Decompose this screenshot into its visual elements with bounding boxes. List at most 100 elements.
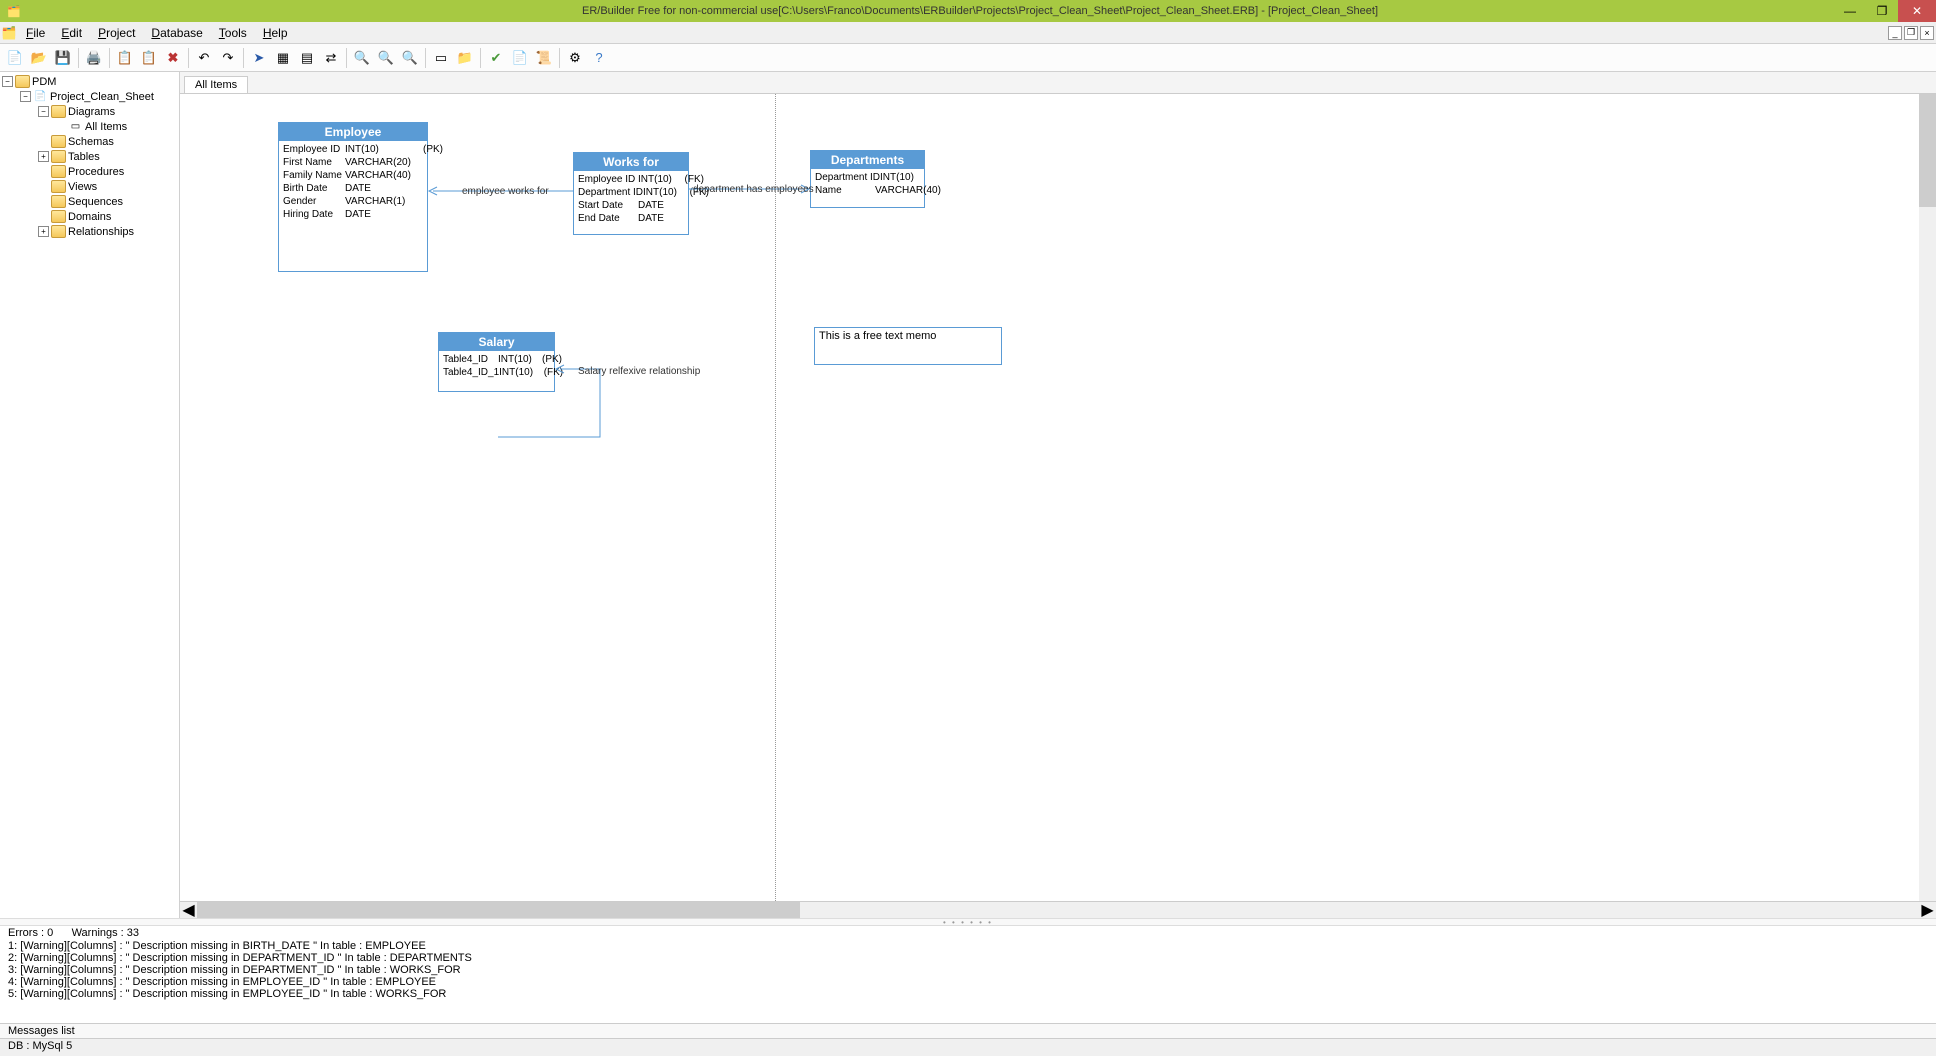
- app-menu-icon[interactable]: 🗂️: [0, 26, 18, 40]
- message-line[interactable]: 1: [Warning][Columns] : " Description mi…: [8, 940, 1928, 952]
- entity-column-row: Birth DateDATE: [283, 182, 423, 195]
- tree-relationships[interactable]: + Relationships: [2, 224, 177, 239]
- relation-tool-icon[interactable]: ⇄: [320, 47, 342, 69]
- zoom-in-icon[interactable]: 🔍: [351, 47, 373, 69]
- collapse-icon[interactable]: −: [20, 91, 31, 102]
- entity-departments[interactable]: Departments Department IDINT(10)NameVARC…: [810, 150, 925, 208]
- tree-schemas[interactable]: Schemas: [2, 134, 177, 149]
- toolbar-separator: [243, 48, 244, 68]
- maximize-button[interactable]: ❐: [1866, 0, 1898, 22]
- paste-icon[interactable]: 📋: [138, 47, 160, 69]
- generate-icon[interactable]: 📄: [509, 47, 531, 69]
- script-icon[interactable]: 📜: [533, 47, 555, 69]
- page-break-line: [775, 94, 776, 901]
- messages-panel: Errors : 0 Warnings : 33 1: [Warning][Co…: [0, 926, 1936, 1038]
- toolbar-separator: [559, 48, 560, 68]
- tree-label: Tables: [68, 151, 100, 163]
- diagram-canvas[interactable]: Employee Employee IDINT(10)(PK)First Nam…: [180, 94, 1936, 901]
- collapse-icon[interactable]: −: [38, 106, 49, 117]
- toolbar-separator: [346, 48, 347, 68]
- scrollbar-thumb[interactable]: [197, 902, 800, 918]
- project-icon: 📄: [33, 90, 48, 103]
- print-icon[interactable]: 🖨️: [83, 47, 105, 69]
- message-line[interactable]: 3: [Warning][Columns] : " Description mi…: [8, 964, 1928, 976]
- doc-close-button[interactable]: ×: [1920, 26, 1934, 40]
- doc-minimize-button[interactable]: _: [1888, 26, 1902, 40]
- entity-salary[interactable]: Salary Table4_IDINT(10)(PK)Table4_ID_1IN…: [438, 332, 555, 392]
- entity-column-row: Table4_IDINT(10)(PK): [443, 353, 550, 366]
- entity-column-row: Start DateDATE: [578, 199, 684, 212]
- minimize-button[interactable]: —: [1834, 0, 1866, 22]
- titlebar: 🗂️ ER/Builder Free for non-commercial us…: [0, 0, 1936, 22]
- help-icon[interactable]: ?: [588, 47, 610, 69]
- tree-label: Sequences: [68, 196, 123, 208]
- tab-bar: All Items: [180, 72, 1936, 94]
- tree-project[interactable]: − 📄 Project_Clean_Sheet: [2, 89, 177, 104]
- message-line[interactable]: 2: [Warning][Columns] : " Description mi…: [8, 952, 1928, 964]
- tree-domains[interactable]: Domains: [2, 209, 177, 224]
- entity-column-row: First NameVARCHAR(20): [283, 156, 423, 169]
- toolbar-separator: [188, 48, 189, 68]
- message-line[interactable]: 5: [Warning][Columns] : " Description mi…: [8, 988, 1928, 1000]
- folder-icon[interactable]: 📁: [454, 47, 476, 69]
- tree-procedures[interactable]: Procedures: [2, 164, 177, 179]
- tree-label: Views: [68, 181, 97, 193]
- open-icon[interactable]: 📂: [28, 47, 50, 69]
- redo-icon[interactable]: ↷: [217, 47, 239, 69]
- folder-icon: [51, 150, 66, 163]
- validate-icon[interactable]: ✔: [485, 47, 507, 69]
- splitter-grip[interactable]: • • • • • •: [0, 918, 1936, 926]
- vertical-scrollbar[interactable]: [1919, 94, 1936, 901]
- tree-all-items[interactable]: ▭ All Items: [2, 119, 177, 134]
- undo-icon[interactable]: ↶: [193, 47, 215, 69]
- pointer-icon[interactable]: ➤: [248, 47, 270, 69]
- settings-icon[interactable]: ⚙: [564, 47, 586, 69]
- messages-tab[interactable]: Messages list: [0, 1023, 1936, 1038]
- tree-label: Diagrams: [68, 106, 115, 118]
- tree-sequences[interactable]: Sequences: [2, 194, 177, 209]
- tree-views[interactable]: Views: [2, 179, 177, 194]
- tree-label: PDM: [32, 76, 56, 88]
- menu-file[interactable]: File: [18, 24, 53, 42]
- errors-count: Errors : 0: [8, 927, 53, 939]
- entity-title: Employee: [279, 123, 427, 141]
- doc-restore-button[interactable]: ❐: [1904, 26, 1918, 40]
- copy-icon[interactable]: 📋: [114, 47, 136, 69]
- entity-title: Works for: [574, 153, 688, 171]
- collapse-icon[interactable]: −: [2, 76, 13, 87]
- menu-help[interactable]: Help: [255, 24, 296, 42]
- menu-database[interactable]: Database: [143, 24, 210, 42]
- zoom-fit-icon[interactable]: 🔍: [399, 47, 421, 69]
- delete-icon[interactable]: ✖: [162, 47, 184, 69]
- message-line[interactable]: 4: [Warning][Columns] : " Description mi…: [8, 976, 1928, 988]
- new-icon[interactable]: 📄: [4, 47, 26, 69]
- memo-box[interactable]: This is a free text memo: [814, 327, 1002, 365]
- messages-list[interactable]: 1: [Warning][Columns] : " Description mi…: [0, 940, 1936, 1023]
- tree-root-pdm[interactable]: − PDM: [2, 74, 177, 89]
- zoom-out-icon[interactable]: 🔍: [375, 47, 397, 69]
- expand-icon[interactable]: +: [38, 226, 49, 237]
- close-button[interactable]: ✕: [1898, 0, 1936, 22]
- tree-diagrams[interactable]: − Diagrams: [2, 104, 177, 119]
- folder-icon: [51, 180, 66, 193]
- menu-project[interactable]: Project: [90, 24, 143, 42]
- save-icon[interactable]: 💾: [52, 47, 74, 69]
- scrollbar-thumb[interactable]: [1919, 94, 1936, 207]
- tree-tables[interactable]: + Tables: [2, 149, 177, 164]
- entity-works-for[interactable]: Works for Employee IDINT(10)(FK)Departme…: [573, 152, 689, 235]
- table-tool-icon[interactable]: ▦: [272, 47, 294, 69]
- entity-column-row: Department IDINT(10): [815, 171, 920, 184]
- folder-icon: [51, 105, 66, 118]
- tree-panel[interactable]: − PDM − 📄 Project_Clean_Sheet − Diagrams…: [0, 72, 180, 918]
- horizontal-scrollbar[interactable]: ◀ ▶: [180, 901, 1936, 918]
- window-title: ER/Builder Free for non-commercial use[C…: [24, 5, 1936, 17]
- grid-tool-icon[interactable]: ▤: [296, 47, 318, 69]
- tree-label: Relationships: [68, 226, 134, 238]
- menu-edit[interactable]: Edit: [53, 24, 90, 42]
- entity-employee[interactable]: Employee Employee IDINT(10)(PK)First Nam…: [278, 122, 428, 272]
- menu-tools[interactable]: Tools: [211, 24, 255, 42]
- toolbar-separator: [109, 48, 110, 68]
- window-icon[interactable]: ▭: [430, 47, 452, 69]
- tab-all-items[interactable]: All Items: [184, 76, 248, 93]
- expand-icon[interactable]: +: [38, 151, 49, 162]
